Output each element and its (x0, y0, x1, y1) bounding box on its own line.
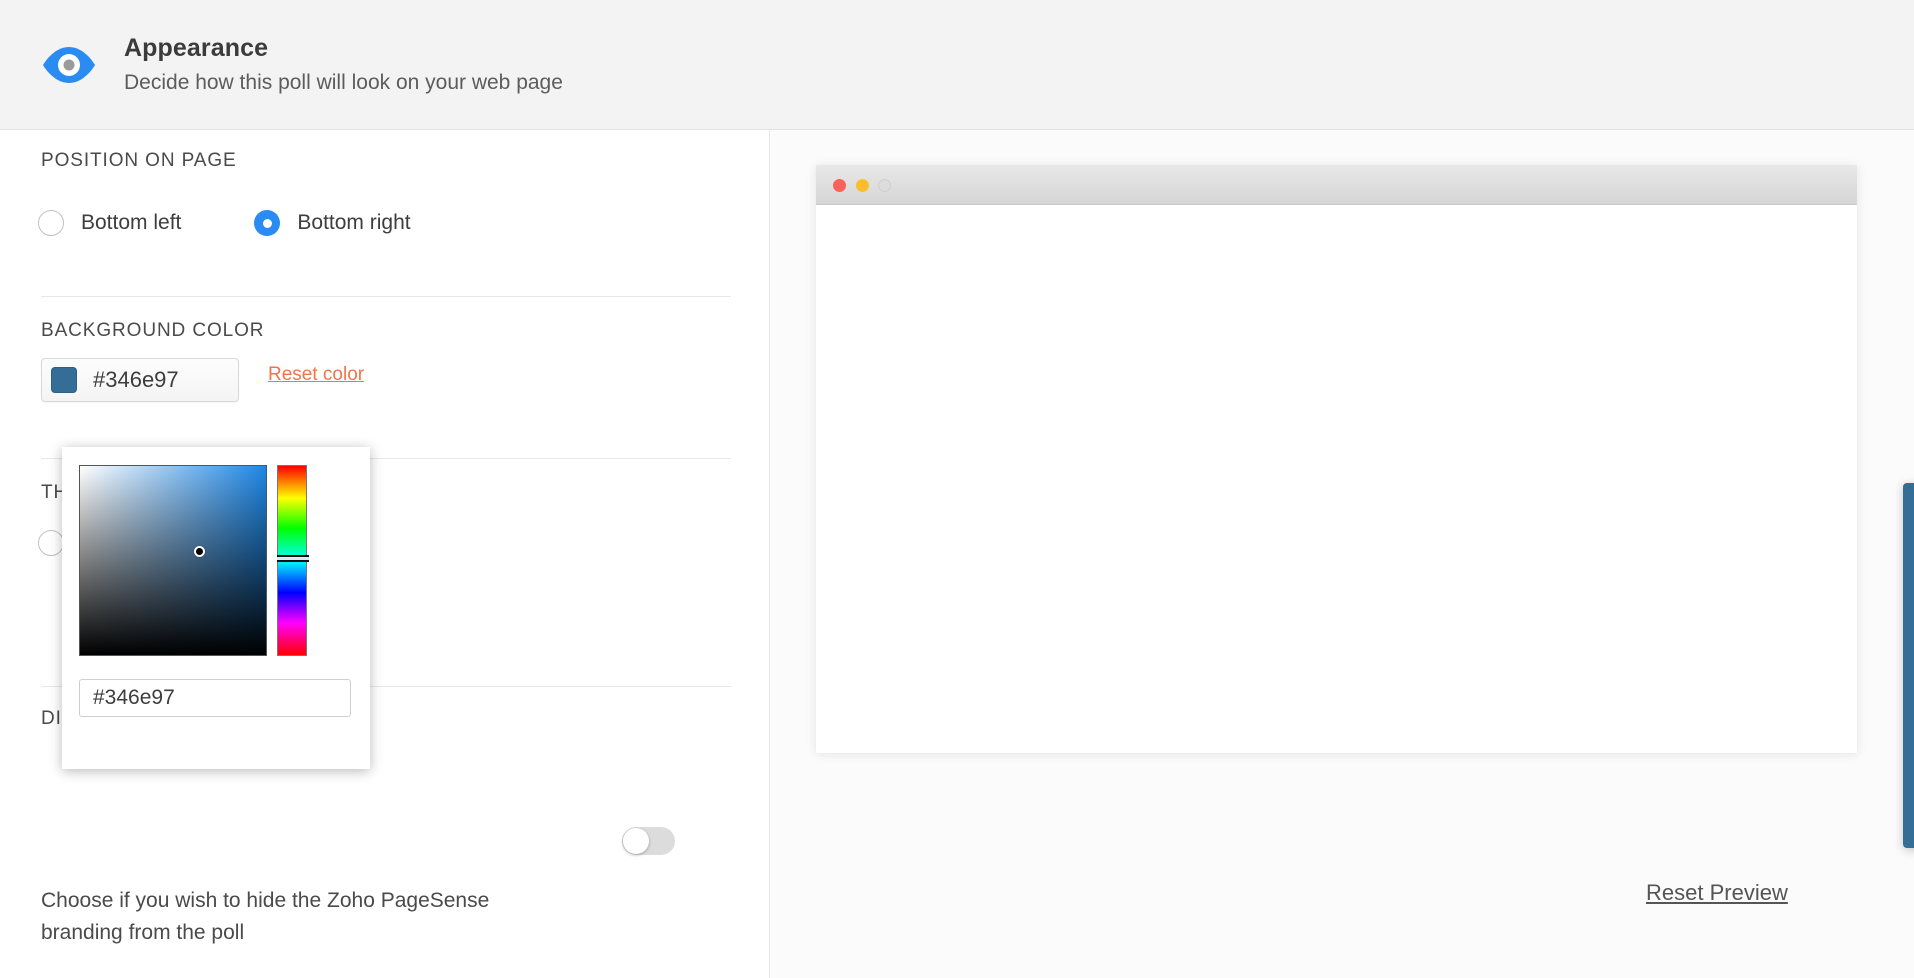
settings-panel: POSITION ON PAGE Bottom left Bottom righ… (0, 130, 770, 978)
header-text-block: Appearance Decide how this poll will loo… (124, 32, 563, 98)
radio-bottom-right[interactable]: Bottom right (254, 210, 411, 236)
reset-preview-link[interactable]: Reset Preview (1646, 880, 1788, 906)
browser-minimize-dot-icon (856, 179, 869, 192)
radio-theme-option[interactable] (38, 530, 64, 556)
position-radio-group: Bottom left Bottom right (38, 210, 411, 236)
saturation-value-area[interactable] (79, 465, 267, 656)
hue-slider[interactable] (277, 465, 309, 656)
sv-black-gradient (80, 466, 266, 655)
radio-theme-indicator[interactable] (38, 530, 64, 556)
browser-maximize-dot-icon (878, 179, 891, 192)
body-wrapper: POSITION ON PAGE Bottom left Bottom righ… (0, 130, 1914, 978)
radio-bottom-right-dot (262, 218, 272, 228)
display-branding-toggle[interactable] (622, 827, 675, 855)
browser-titlebar (816, 165, 1857, 205)
browser-close-dot-icon (833, 179, 846, 192)
page-header: Appearance Decide how this poll will loo… (0, 0, 1914, 130)
poll-powered-by: Powered by Z O H O PageSense (1903, 815, 1914, 836)
display-branding-help-text: Choose if you wish to hide the Zoho Page… (41, 889, 490, 944)
preview-panel: Share your feedback to help us serve you… (771, 130, 1914, 978)
radio-bottom-left[interactable]: Bottom left (38, 210, 181, 236)
reset-color-link[interactable]: Reset color (268, 364, 364, 386)
display-branding-toggle-knob (623, 828, 649, 854)
eye-icon (36, 32, 102, 98)
color-picker-popup[interactable] (62, 447, 370, 769)
color-swatch-icon (51, 367, 77, 393)
radio-bottom-left-indicator[interactable] (38, 210, 64, 236)
hue-slider-cursor[interactable] (277, 554, 309, 562)
page-title: Appearance (124, 33, 269, 62)
divider-1 (41, 296, 731, 297)
poll-widget-preview[interactable]: Share your feedback to help us serve you… (1903, 483, 1914, 848)
background-color-section-label: BACKGROUND COLOR (41, 320, 265, 341)
browser-page-content (816, 205, 1857, 753)
radio-bottom-left-label: Bottom left (81, 211, 182, 234)
color-picker-hex-input[interactable] (79, 679, 351, 717)
background-color-value: #346e97 (93, 367, 179, 392)
page-subtitle: Decide how this poll will look on your w… (124, 70, 563, 94)
background-color-button[interactable]: #346e97 (41, 358, 239, 402)
browser-mockup (816, 165, 1857, 753)
theme-radio-group (38, 530, 64, 556)
position-section-label: POSITION ON PAGE (41, 150, 237, 171)
saturation-value-cursor[interactable] (194, 546, 206, 558)
radio-bottom-right-label: Bottom right (297, 211, 411, 234)
radio-bottom-right-indicator[interactable] (254, 210, 281, 236)
